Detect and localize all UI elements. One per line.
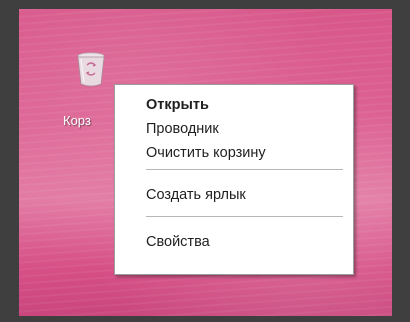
menu-separator xyxy=(146,169,343,170)
menu-separator xyxy=(146,216,343,217)
recycle-bin-icon xyxy=(75,51,107,89)
desktop[interactable]: Корз Открыть Проводник Очистить корзину … xyxy=(19,9,392,316)
menu-item-empty-recycle-bin[interactable]: Очистить корзину xyxy=(115,142,353,164)
menu-item-create-shortcut[interactable]: Создать ярлык xyxy=(115,184,353,206)
recycle-bin-label: Корз xyxy=(63,113,91,128)
context-menu: Открыть Проводник Очистить корзину Созда… xyxy=(114,84,354,275)
menu-item-open[interactable]: Открыть xyxy=(115,94,353,116)
screen: Корз Открыть Проводник Очистить корзину … xyxy=(0,0,410,322)
menu-item-properties[interactable]: Свойства xyxy=(115,231,353,253)
menu-item-explorer[interactable]: Проводник xyxy=(115,118,353,140)
